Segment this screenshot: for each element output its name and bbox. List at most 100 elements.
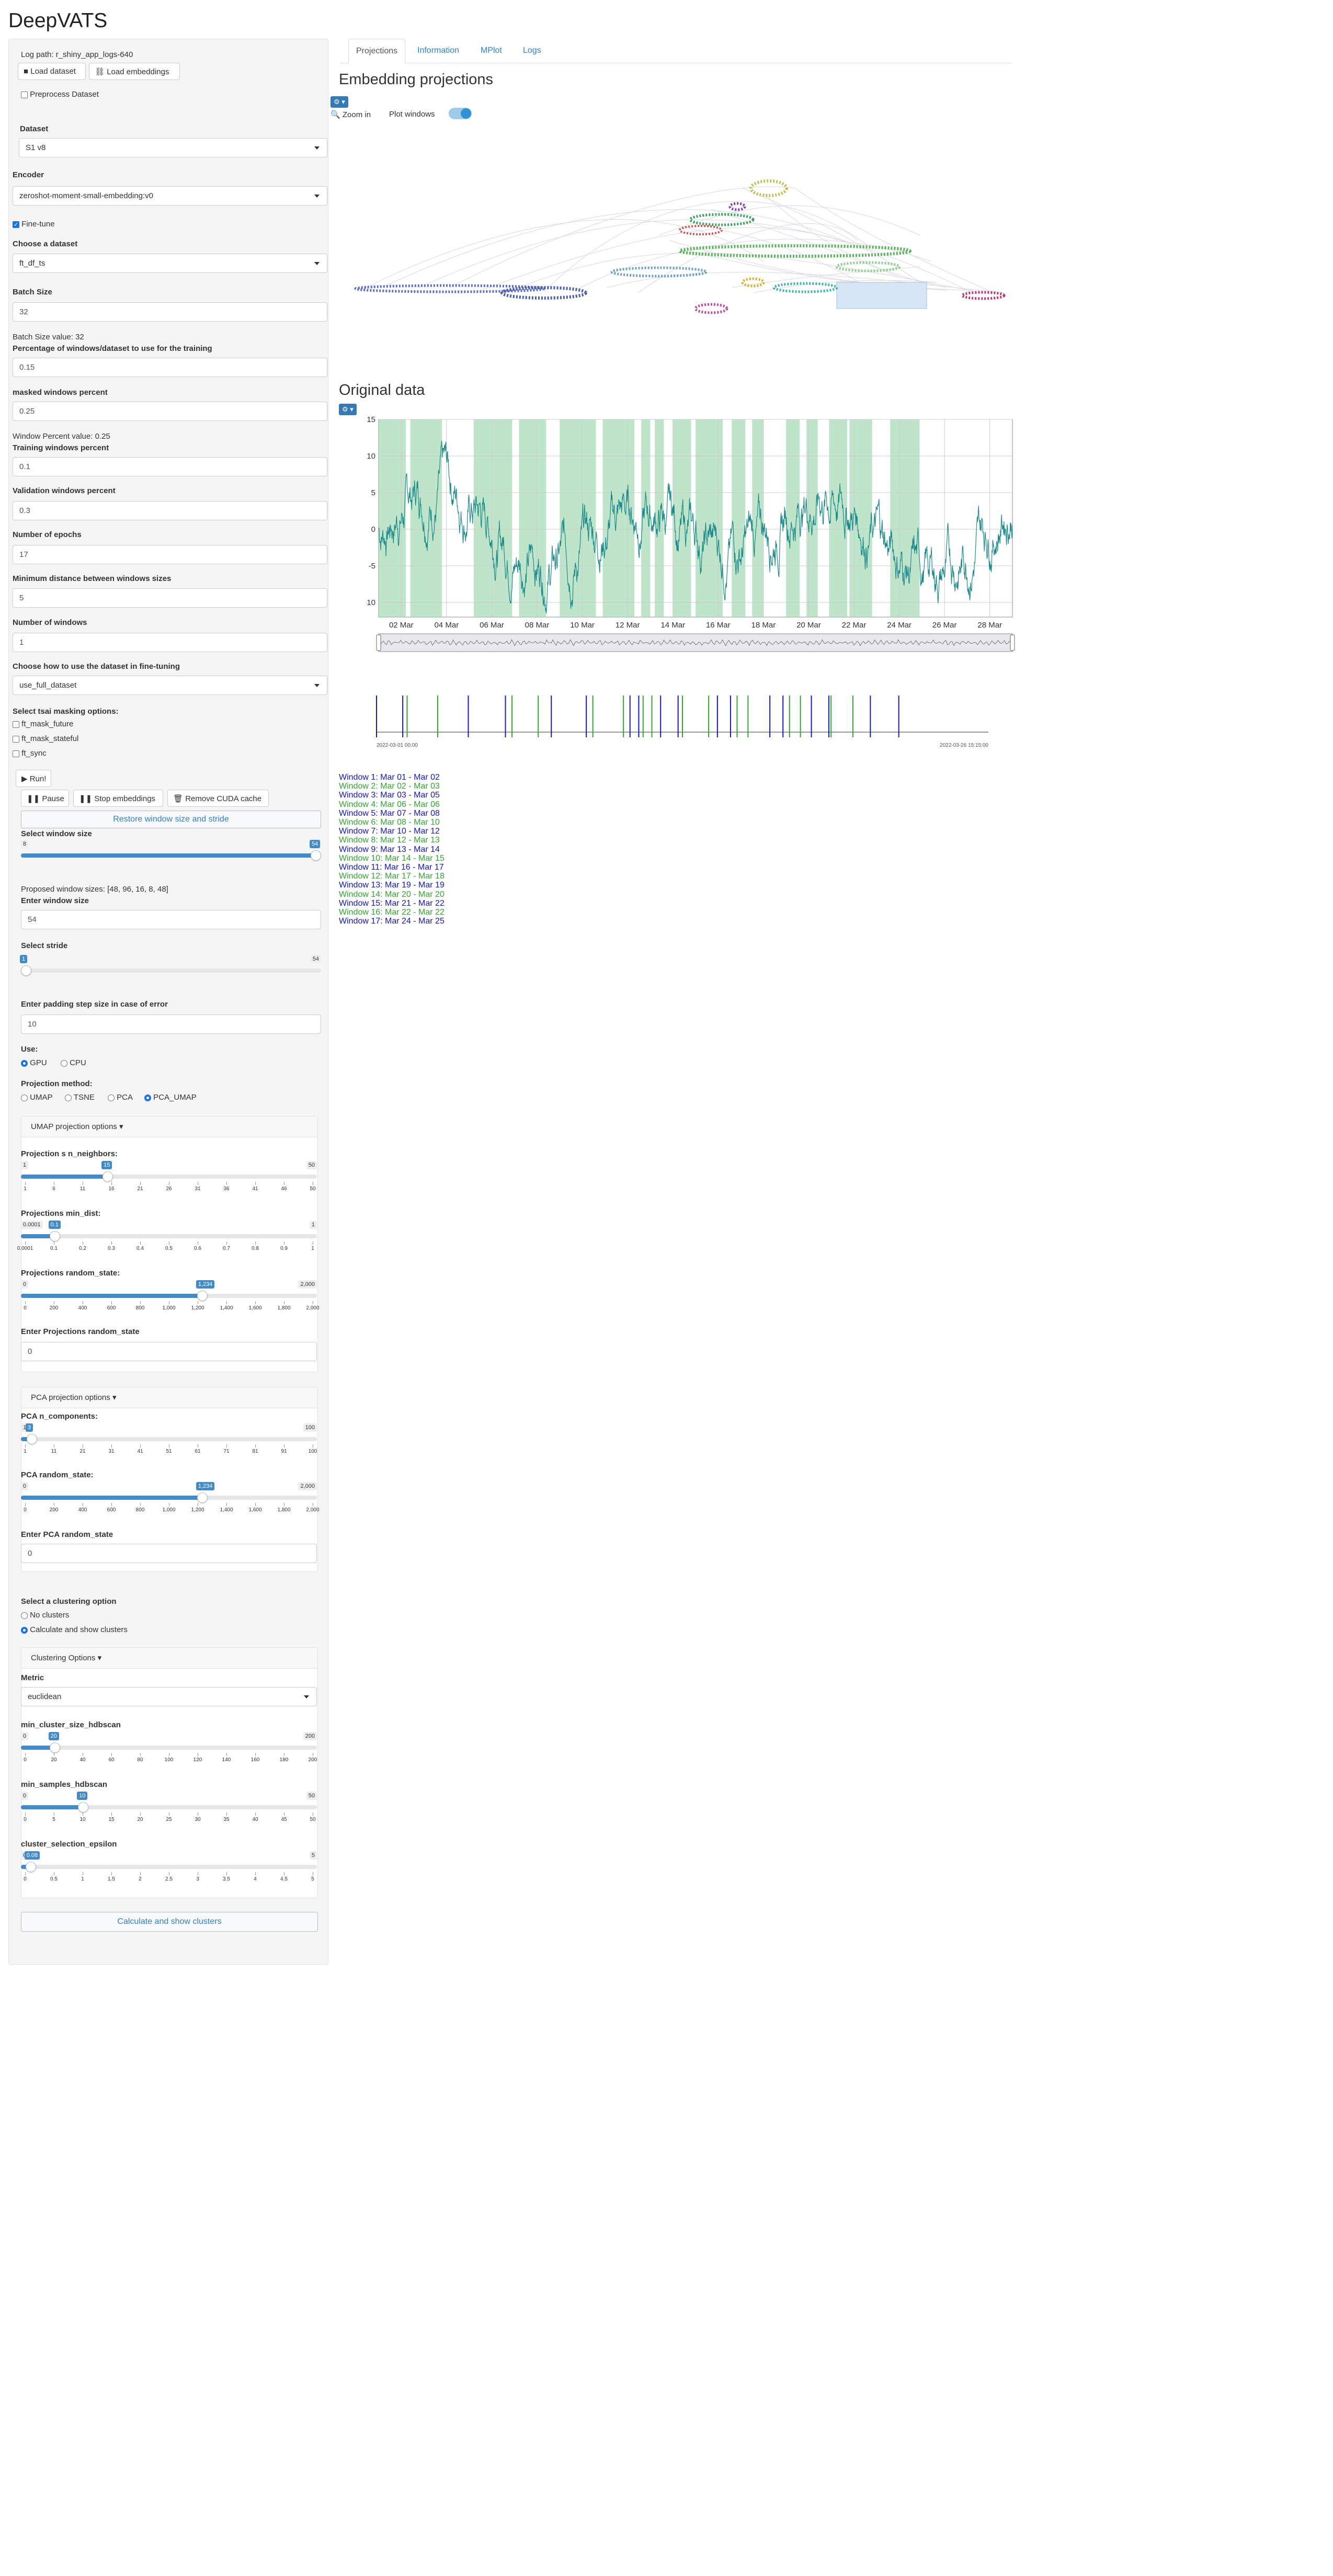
slider-handle[interactable] — [311, 850, 321, 861]
tab-mplot[interactable]: MPlot — [473, 39, 509, 63]
sync-checkbox[interactable] — [13, 750, 19, 757]
padding-input[interactable]: 10 — [21, 1015, 321, 1034]
no-clusters-radio-row[interactable]: No clusters — [21, 1611, 69, 1620]
min-samples-slider[interactable]: 0 50 10 0 5 10 15 20 25 30 35 40 45 50 — [21, 1792, 317, 1823]
slider-handle[interactable] — [197, 1492, 208, 1503]
run-button[interactable]: ▶ Run! — [16, 770, 51, 787]
masking-option[interactable]: ft_sync — [13, 749, 47, 758]
epsilon-slider[interactable]: 050.0800.511.522.533.544.55 — [21, 1851, 317, 1883]
original-settings-button[interactable]: ⚙ ▾ — [339, 404, 357, 415]
plot-windows-toggle[interactable] — [449, 108, 472, 119]
embedding-settings-button[interactable]: ⚙ ▾ — [331, 96, 348, 108]
validation-input[interactable]: 0.3 — [13, 501, 327, 520]
umap-radio[interactable] — [21, 1094, 28, 1101]
min-distance-input[interactable]: 5 — [13, 588, 327, 608]
pca-options-header[interactable]: PCA projection options ▾ — [21, 1387, 317, 1408]
masked-input[interactable]: 0.25 — [13, 402, 327, 421]
pca-components-slider[interactable]: 1 100 3 1 11 21 31 41 51 61 71 81 91 100 — [21, 1423, 317, 1455]
tsne-radio[interactable] — [65, 1094, 72, 1101]
enter-pca-random-input[interactable]: 0 — [21, 1544, 317, 1563]
enter-random-state-input[interactable]: 0 — [21, 1342, 317, 1361]
pca-umap-radio-row[interactable]: PCA_UMAP — [144, 1093, 197, 1102]
umap-options-header[interactable]: UMAP projection options ▾ — [21, 1116, 317, 1137]
enter-window-input[interactable]: 54 — [21, 910, 321, 929]
window-size-slider[interactable]: 85454 — [21, 840, 321, 866]
window-link[interactable]: Window 4: Mar 06 - Mar 06 — [339, 800, 445, 809]
pct-windows-input[interactable]: 0.15 — [13, 358, 327, 377]
mask-future-checkbox[interactable] — [13, 721, 19, 728]
window-link[interactable]: Window 3: Mar 03 - Mar 05 — [339, 791, 445, 800]
tab-projections[interactable]: Projections — [348, 39, 406, 63]
window-link[interactable]: Window 5: Mar 07 - Mar 08 — [339, 809, 445, 818]
epochs-input[interactable]: 17 — [13, 545, 327, 564]
window-link[interactable]: Window 16: Mar 22 - Mar 22 — [339, 908, 445, 917]
preprocess-checkbox[interactable] — [21, 91, 28, 98]
clustering-options-header[interactable]: Clustering Options ▾ — [21, 1648, 317, 1669]
cpu-radio-row[interactable]: CPU — [61, 1058, 86, 1067]
embedding-projection-plot[interactable] — [345, 157, 1020, 329]
cpu-radio[interactable] — [61, 1059, 67, 1067]
window-link[interactable]: Window 7: Mar 10 - Mar 12 — [339, 827, 445, 836]
window-link[interactable]: Window 11: Mar 16 - Mar 17 — [339, 863, 445, 872]
window-link[interactable]: Window 14: Mar 20 - Mar 20 — [339, 890, 445, 899]
calculate-clusters-button[interactable]: Calculate and show clusters — [21, 1912, 318, 1932]
n-neighbors-slider[interactable]: 1 50 15 1 6 11 16 21 26 31 36 41 46 50 — [21, 1161, 317, 1192]
min-cluster-slider[interactable]: 0 200 20 0 20 40 60 80 100 120 140 160 180 200 — [21, 1732, 317, 1763]
window-link[interactable]: Window 17: Mar 24 - Mar 25 — [339, 917, 445, 926]
slider-handle[interactable] — [102, 1171, 113, 1182]
stride-slider[interactable]: 1541 — [20, 955, 321, 981]
window-link[interactable]: Window 9: Mar 13 - Mar 14 — [339, 845, 445, 854]
masking-option[interactable]: ft_mask_stateful — [13, 734, 78, 743]
fine-tune-checkbox[interactable] — [13, 221, 19, 228]
batch-size-input[interactable]: 32 — [13, 302, 327, 322]
gpu-radio[interactable] — [21, 1059, 28, 1067]
choose-dataset-select[interactable]: ft_df_ts — [13, 254, 327, 273]
slider-handle[interactable] — [78, 1802, 89, 1813]
dataset-select[interactable]: S1 v8 — [19, 138, 327, 157]
load-dataset-button[interactable]: ■ Load dataset — [18, 63, 86, 80]
pca-radio[interactable] — [108, 1094, 115, 1101]
pca-radio-row[interactable]: PCA — [108, 1093, 133, 1102]
stop-embeddings-button[interactable]: ❚❚ Stop embeddings — [73, 790, 163, 807]
remove-cuda-button[interactable]: 🗑 Remove CUDA cache — [167, 790, 269, 807]
window-link[interactable]: Window 13: Mar 19 - Mar 19 — [339, 881, 445, 890]
pause-button[interactable]: ❚❚ Pause — [21, 790, 69, 807]
use-dataset-select[interactable]: use_full_dataset — [13, 676, 327, 695]
window-link[interactable]: Window 6: Mar 08 - Mar 10 — [339, 818, 445, 827]
slider-handle[interactable] — [49, 1231, 60, 1241]
slider-handle[interactable] — [25, 1862, 36, 1872]
restore-button[interactable]: Restore window size and stride — [21, 811, 321, 828]
pca-random-state-slider[interactable]: 0 2,000 1,234 0 200 400 600 800 1,000 1,200 1,400 1… — [21, 1482, 320, 1513]
preprocess-checkbox-row[interactable]: Preprocess Dataset — [21, 90, 99, 99]
window-timeline[interactable]: 2022-03-01 00:00 2022-03-26 15:15:00 — [366, 680, 1020, 758]
window-link[interactable]: Window 12: Mar 17 - Mar 18 — [339, 872, 445, 881]
gpu-radio-row[interactable]: GPU — [21, 1058, 47, 1067]
calc-clusters-radio-row[interactable]: Calculate and show clusters — [21, 1625, 128, 1634]
window-link[interactable]: Window 1: Mar 01 - Mar 02 — [339, 773, 445, 782]
slider-handle[interactable] — [197, 1291, 208, 1301]
num-windows-input[interactable]: 1 — [13, 633, 327, 652]
slider-handle[interactable] — [26, 1434, 37, 1444]
min-dist-slider[interactable]: 0.0001 1 0.1 0.0001 0.1 0.2 0.3 0.4 0.5 0.6 0.7 0.8… — [17, 1221, 317, 1252]
umap-radio-row[interactable]: UMAP — [21, 1093, 53, 1102]
tsne-radio-row[interactable]: TSNE — [65, 1093, 95, 1102]
load-embeddings-button[interactable]: ⛓ Load embeddings — [89, 63, 180, 80]
window-link[interactable]: Window 15: Mar 21 - Mar 22 — [339, 899, 445, 908]
no-clusters-radio[interactable] — [21, 1612, 28, 1619]
zoom-in-control[interactable]: 🔍 Zoom in — [331, 110, 371, 119]
metric-select[interactable]: euclidean — [21, 1687, 317, 1706]
pca-umap-radio[interactable] — [144, 1094, 151, 1101]
tab-logs[interactable]: Logs — [516, 39, 549, 63]
slider-handle[interactable] — [49, 1742, 60, 1753]
random-state-slider[interactable]: 0 2,000 1,234 0 200 400 600 800 1,000 1,200 1,400 1… — [21, 1280, 320, 1312]
window-link[interactable]: Window 8: Mar 12 - Mar 13 — [339, 836, 445, 845]
slider-handle[interactable] — [21, 965, 31, 976]
window-link[interactable]: Window 2: Mar 02 - Mar 03 — [339, 782, 445, 791]
mask-stateful-checkbox[interactable] — [13, 735, 19, 743]
original-data-chart[interactable]: 15 10 5 0 -5 -10 02 Mar 04 Mar 06 Mar 08 Mar 10 Ma… — [366, 413, 1020, 659]
fine-tune-checkbox-row[interactable]: Fine-tune — [13, 220, 55, 229]
window-link[interactable]: Window 10: Mar 14 - Mar 15 — [339, 854, 445, 863]
encoder-select[interactable]: zeroshot-moment-small-embedding:v0 — [13, 186, 327, 206]
calc-clusters-radio[interactable] — [21, 1626, 28, 1634]
tab-information[interactable]: Information — [410, 39, 466, 63]
